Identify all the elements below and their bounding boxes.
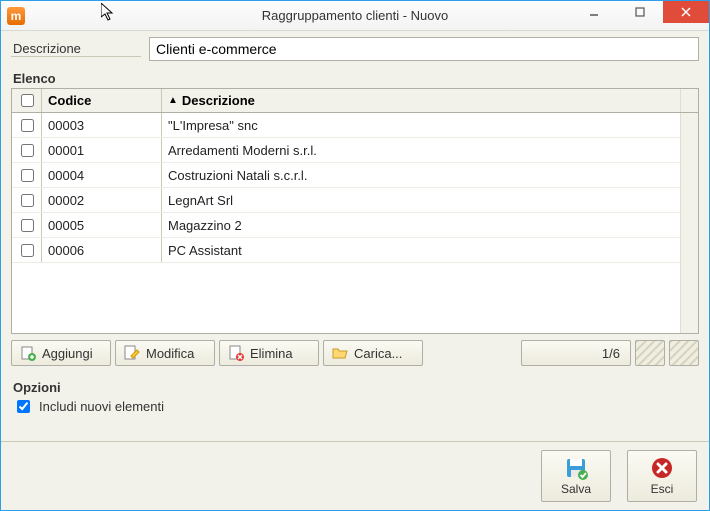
row-checkbox[interactable] [21, 194, 34, 207]
row-checkbox-cell [12, 138, 42, 162]
edit-button-label: Modifica [146, 346, 194, 361]
row-checkbox[interactable] [21, 169, 34, 182]
add-button[interactable]: Aggiungi [11, 340, 111, 366]
include-new-checkbox[interactable] [17, 400, 30, 413]
load-button-label: Carica... [354, 346, 402, 361]
table-header: Codice ▲ Descrizione [12, 89, 698, 113]
options-section: Opzioni Includi nuovi elementi [11, 376, 699, 416]
edit-button[interactable]: Modifica [115, 340, 215, 366]
row-description: Magazzino 2 [162, 213, 680, 237]
edit-icon [124, 345, 140, 361]
row-checkbox[interactable] [21, 119, 34, 132]
row-checkbox-cell [12, 163, 42, 187]
cursor-icon [101, 3, 117, 23]
header-description[interactable]: ▲ Descrizione [162, 89, 680, 112]
row-checkbox[interactable] [21, 244, 34, 257]
close-button[interactable] [663, 1, 709, 23]
header-scroll-gutter [680, 89, 698, 112]
save-button-label: Salva [561, 482, 591, 496]
table-row[interactable]: 00005Magazzino 2 [12, 213, 680, 238]
description-row: Descrizione [11, 37, 699, 61]
row-code: 00006 [42, 238, 162, 262]
row-code: 00001 [42, 138, 162, 162]
table-body: 00003"L'Impresa" snc00001Arredamenti Mod… [12, 113, 680, 333]
minimize-button[interactable] [571, 1, 617, 23]
row-checkbox[interactable] [21, 219, 34, 232]
row-description: "L'Impresa" snc [162, 113, 680, 137]
row-code: 00004 [42, 163, 162, 187]
select-all-checkbox[interactable] [21, 94, 34, 107]
header-description-label: Descrizione [182, 93, 255, 108]
delete-button-label: Elimina [250, 346, 293, 361]
row-checkbox-cell [12, 188, 42, 212]
add-button-label: Aggiungi [42, 346, 93, 361]
row-description: LegnArt Srl [162, 188, 680, 212]
options-title: Opzioni [13, 380, 699, 395]
header-code[interactable]: Codice [42, 89, 162, 112]
vertical-scrollbar[interactable] [680, 113, 698, 333]
prev-page-button[interactable] [635, 340, 665, 366]
titlebar: m Raggruppamento clienti - Nuovo [1, 1, 709, 31]
row-code: 00002 [42, 188, 162, 212]
footer: Salva Esci [1, 441, 709, 510]
description-label: Descrizione [11, 41, 141, 57]
exit-button[interactable]: Esci [627, 450, 697, 502]
list-section-title: Elenco [13, 71, 699, 86]
description-input[interactable] [149, 37, 699, 61]
row-checkbox-cell [12, 213, 42, 237]
sort-asc-icon: ▲ [168, 95, 178, 106]
add-icon [20, 345, 36, 361]
page-counter: 1/6 [521, 340, 631, 366]
window: m Raggruppamento clienti - Nuovo Descriz… [0, 0, 710, 511]
table-row[interactable]: 00003"L'Impresa" snc [12, 113, 680, 138]
row-checkbox-cell [12, 238, 42, 262]
row-description: Arredamenti Moderni s.r.l. [162, 138, 680, 162]
row-checkbox-cell [12, 113, 42, 137]
list-table: Codice ▲ Descrizione 00003"L'Impresa" sn… [11, 88, 699, 334]
include-new-label: Includi nuovi elementi [39, 399, 164, 414]
table-row[interactable]: 00001Arredamenti Moderni s.r.l. [12, 138, 680, 163]
next-page-button[interactable] [669, 340, 699, 366]
row-checkbox[interactable] [21, 144, 34, 157]
header-code-label: Codice [48, 93, 91, 108]
table-row[interactable]: 00006PC Assistant [12, 238, 680, 263]
app-icon: m [7, 7, 25, 25]
row-code: 00003 [42, 113, 162, 137]
maximize-button[interactable] [617, 1, 663, 23]
save-button[interactable]: Salva [541, 450, 611, 502]
row-description: PC Assistant [162, 238, 680, 262]
delete-icon [228, 345, 244, 361]
row-description: Costruzioni Natali s.c.r.l. [162, 163, 680, 187]
delete-button[interactable]: Elimina [219, 340, 319, 366]
body: Descrizione Elenco Codice ▲ Descrizione … [1, 31, 709, 441]
folder-open-icon [332, 345, 348, 361]
header-checkbox-cell [12, 89, 42, 112]
exit-button-label: Esci [651, 482, 674, 496]
window-controls [571, 1, 709, 30]
table-row[interactable]: 00004Costruzioni Natali s.c.r.l. [12, 163, 680, 188]
list-toolbar: Aggiungi Modifica Elimina Carica... [11, 340, 699, 366]
exit-icon [650, 456, 674, 480]
save-icon [564, 456, 588, 480]
include-new-option[interactable]: Includi nuovi elementi [13, 397, 699, 416]
page-counter-text: 1/6 [602, 346, 620, 361]
row-code: 00005 [42, 213, 162, 237]
table-row[interactable]: 00002LegnArt Srl [12, 188, 680, 213]
load-button[interactable]: Carica... [323, 340, 423, 366]
